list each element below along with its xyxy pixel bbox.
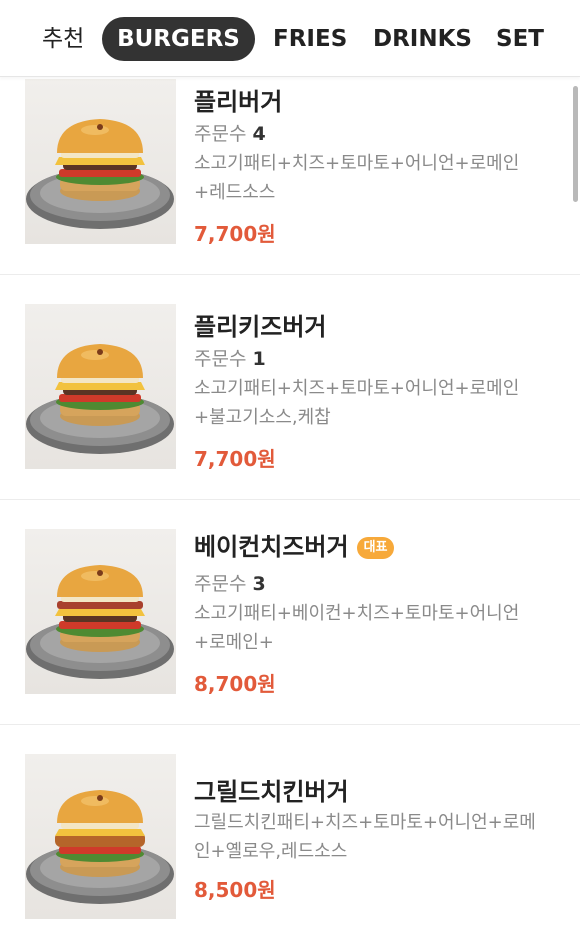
item-price: 7,700원	[194, 222, 276, 246]
burger-photo	[25, 304, 176, 469]
order-count-label: 주문수	[194, 573, 247, 595]
scrollbar[interactable]	[573, 86, 578, 202]
item-description-line: 소고기패티+치즈+토마토+어니언+로메인	[194, 378, 520, 399]
order-count-value: 4	[252, 123, 266, 145]
burger-photo	[25, 529, 176, 694]
menu-item-pulli-burger[interactable]: 플리버거 주문수 4 소고기패티+치즈+토마토+어니언+로메인 +레드소스 7,…	[0, 49, 580, 275]
item-price: 7,700원	[194, 447, 276, 471]
item-description-line: 소고기패티+치즈+토마토+어니언+로메인	[194, 153, 520, 174]
burger-photo	[25, 754, 176, 919]
item-price: 8,500원	[194, 878, 276, 902]
tab-fries[interactable]: FRIES	[273, 17, 347, 61]
item-description: 소고기패티+치즈+토마토+어니언+로메인 +불고기소스,케찹	[194, 374, 540, 432]
item-description-line: 인+옐로우,레드소스	[194, 841, 348, 862]
order-count-value: 3	[252, 573, 266, 595]
tab-set[interactable]: SET	[496, 17, 544, 61]
order-count-label: 주문수	[194, 123, 247, 145]
item-description: 소고기패티+치즈+토마토+어니언+로메인 +레드소스	[194, 149, 540, 207]
item-name: 베이컨치즈버거 대표	[194, 527, 395, 562]
order-count-value: 1	[252, 348, 266, 370]
tab-drinks[interactable]: DRINKS	[373, 17, 472, 61]
order-count-label: 주문수	[194, 348, 247, 370]
tab-burgers[interactable]: BURGERS	[102, 17, 255, 61]
item-name: 플리키즈버거	[194, 313, 327, 341]
item-name: 그릴드치킨버거	[194, 778, 349, 806]
item-description: 그릴드치킨패티+치즈+토마토+어니언+로메 인+옐로우,레드소스	[194, 808, 540, 866]
item-description-line: +로메인+	[194, 632, 274, 653]
signature-badge: 대표	[356, 537, 395, 559]
item-description-line: +불고기소스,케찹	[194, 407, 331, 428]
menu-item-bacon-cheese-burger[interactable]: 베이컨치즈버거 대표 주문수 3 소고기패티+베이컨+치즈+토마토+어니언 +로메…	[0, 499, 580, 725]
item-description-line: +레드소스	[194, 182, 276, 203]
order-count: 주문수 1	[194, 344, 266, 371]
item-description-line: 소고기패티+베이컨+치즈+토마토+어니언	[194, 603, 520, 624]
item-description-line: 그릴드치킨패티+치즈+토마토+어니언+로메	[194, 812, 536, 833]
order-count: 주문수 4	[194, 119, 266, 146]
menu-list: 플리버거 주문수 4 소고기패티+치즈+토마토+어니언+로메인 +레드소스 7,…	[0, 0, 580, 923]
menu-item-grilled-chicken-burger[interactable]: 그릴드치킨버거 그릴드치킨패티+치즈+토마토+어니언+로메 인+옐로우,레드소스…	[0, 724, 580, 949]
item-name: 플리버거	[194, 88, 283, 116]
order-count: 주문수 3	[194, 569, 266, 596]
burger-photo	[25, 79, 176, 244]
tab-recommended[interactable]: 추천	[42, 17, 84, 61]
item-price: 8,700원	[194, 672, 276, 696]
item-name-text: 베이컨치즈버거	[194, 533, 349, 561]
category-tab-bar: 추천 BURGERS FRIES DRINKS SET	[0, 0, 580, 77]
item-description: 소고기패티+베이컨+치즈+토마토+어니언 +로메인+	[194, 599, 540, 657]
menu-item-pulli-kids-burger[interactable]: 플리키즈버거 주문수 1 소고기패티+치즈+토마토+어니언+로메인 +불고기소스…	[0, 274, 580, 500]
